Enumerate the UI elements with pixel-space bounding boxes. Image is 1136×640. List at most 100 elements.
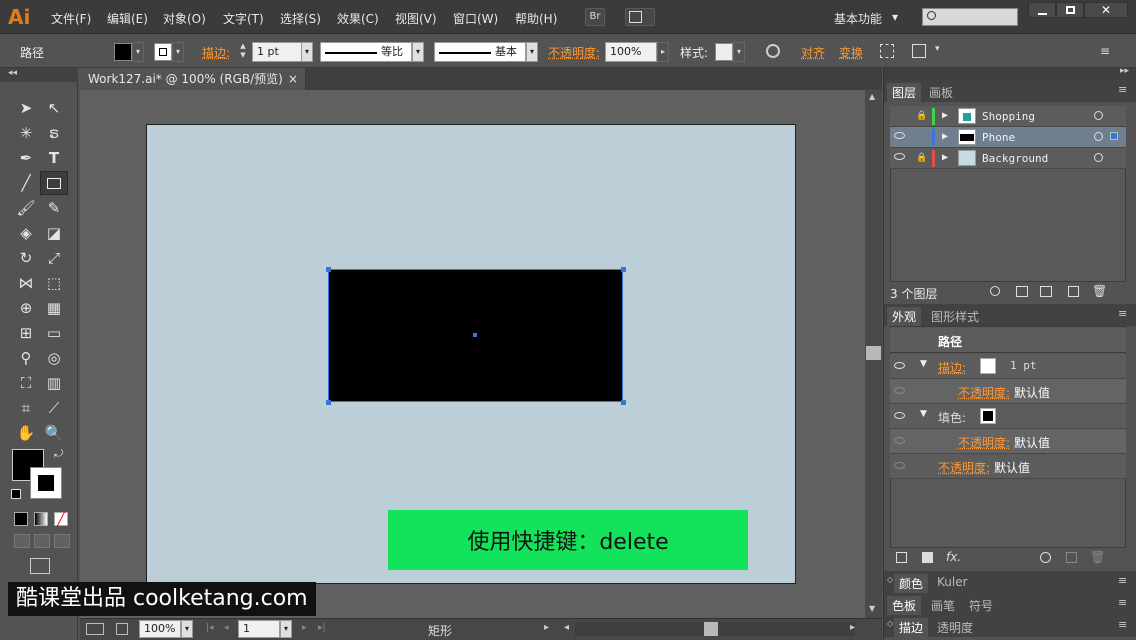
selection-handle[interactable] (326, 267, 331, 272)
target-circle-icon[interactable] (1094, 111, 1103, 120)
lock-icon[interactable]: 🔒 (916, 111, 927, 121)
magic-wand-tool-icon[interactable]: ✳ (12, 121, 40, 145)
share-icon[interactable] (116, 623, 128, 635)
transform-link[interactable]: 变换 (839, 44, 863, 61)
close-window-button[interactable]: ✕ (1084, 2, 1128, 18)
variable-width-profile[interactable]: 等比 (320, 42, 412, 62)
stroke-weight-value[interactable]: 1 pt (1010, 359, 1037, 372)
perspective-grid-tool-icon[interactable]: ▦ (40, 296, 68, 320)
center-point[interactable] (473, 333, 477, 337)
expand-arrows-icon[interactable]: ◇ (887, 575, 893, 584)
draw-inside-icon[interactable] (54, 534, 70, 548)
target-circle-icon[interactable] (1094, 132, 1103, 141)
slice-tool-icon[interactable]: ⟋ (40, 396, 68, 420)
minimize-button[interactable] (1028, 2, 1056, 18)
tab-kuler[interactable]: Kuler (932, 574, 973, 590)
artboard-nav-icon[interactable] (86, 623, 104, 635)
menu-select[interactable]: 选择(S) (280, 10, 321, 27)
pen-tool-icon[interactable]: ✒ (12, 146, 40, 170)
close-tab-icon[interactable]: × (288, 68, 298, 90)
collapse-triangle-icon[interactable]: ▼ (920, 409, 927, 419)
graphic-style-swatch[interactable] (715, 43, 733, 61)
panel-menu-icon[interactable]: ≡ (1118, 596, 1127, 609)
draw-normal-icon[interactable] (14, 534, 30, 548)
vertical-scrollbar[interactable]: ▲ ▼ (865, 90, 882, 618)
scroll-left-icon[interactable]: ◂ (564, 622, 569, 633)
arrange-icon[interactable] (912, 44, 926, 58)
stroke-dropdown[interactable]: ▾ (172, 42, 184, 62)
tab-swatches[interactable]: 色板 (887, 596, 922, 615)
chevron-down-icon[interactable]: ▾ (892, 10, 898, 24)
hand-tool-icon[interactable]: ✋ (12, 421, 40, 445)
expand-triangle-icon[interactable]: ▶ (942, 110, 948, 121)
tab-symbols[interactable]: 符号 (964, 596, 998, 615)
menu-view[interactable]: 视图(V) (395, 10, 437, 27)
panel-menu-icon[interactable]: ≡ (1118, 618, 1127, 631)
column-graph-tool-icon[interactable]: ▥ (40, 371, 68, 395)
expand-icon[interactable]: ▸▸ (1120, 66, 1129, 76)
blob-brush-tool-icon[interactable]: ◈ (12, 221, 40, 245)
opacity-label[interactable]: 不透明度: (548, 44, 600, 61)
selection-tool-icon[interactable]: ➤ (12, 96, 40, 120)
panel-menu-icon[interactable]: ≡ (1118, 83, 1127, 96)
zoom-tool-icon[interactable]: 🔍 (40, 421, 68, 445)
menu-file[interactable]: 文件(F) (51, 10, 91, 27)
scroll-right-icon[interactable]: ▸ (850, 622, 855, 633)
recolor-icon[interactable] (766, 44, 780, 58)
opacity-input[interactable]: 100% (605, 42, 657, 62)
eye-icon[interactable] (894, 412, 905, 419)
clear-appearance-icon[interactable] (1040, 552, 1051, 563)
fill-color-chip[interactable] (980, 408, 996, 424)
appearance-object-opacity-row[interactable]: 不透明度: 默认值 (890, 454, 1126, 479)
eye-icon[interactable] (894, 153, 905, 160)
scroll-thumb[interactable] (866, 346, 881, 360)
stroke-weight-stepper[interactable]: ▲ ▼ (236, 42, 250, 62)
tab-graphic-styles[interactable]: 图形样式 (926, 307, 984, 326)
tools-panel-header[interactable]: ◂◂ (0, 68, 78, 82)
tab-brushes[interactable]: 画笔 (926, 596, 960, 615)
rotate-tool-icon[interactable]: ↻ (12, 246, 40, 270)
gradient-tool-icon[interactable]: ▭ (40, 321, 68, 345)
screen-mode-icon[interactable] (30, 558, 50, 574)
none-mode-icon[interactable]: ╱ (54, 512, 68, 526)
duplicate-item-icon[interactable] (1066, 552, 1077, 563)
brush-definition[interactable]: 基本 (434, 42, 526, 62)
default-colors-icon[interactable] (11, 489, 21, 499)
line-tool-icon[interactable]: ╱ (12, 171, 40, 195)
stroke-swatch[interactable] (154, 43, 172, 61)
appearance-fill-row[interactable]: ▼ 填色: (890, 404, 1126, 429)
menu-edit[interactable]: 编辑(E) (107, 10, 148, 27)
collapse-triangle-icon[interactable]: ▼ (920, 359, 927, 369)
menu-type[interactable]: 文字(T) (223, 10, 264, 27)
panel-menu-icon[interactable]: ≡ (1118, 574, 1127, 587)
stroke-weight-dropdown[interactable]: ▾ (301, 42, 313, 62)
align-link[interactable]: 对齐 (801, 44, 825, 61)
gradient-mode-icon[interactable] (34, 512, 48, 526)
locate-object-icon[interactable] (990, 286, 1000, 296)
stroke-weight-input[interactable]: 1 pt (252, 42, 302, 62)
mesh-tool-icon[interactable]: ⊞ (12, 321, 40, 345)
style-dropdown[interactable]: ▾ (733, 42, 745, 62)
bridge-button[interactable]: Br (585, 8, 605, 26)
stroke-color-chip[interactable] (980, 358, 996, 374)
layer-name[interactable]: Background (982, 152, 1048, 165)
lasso-tool-icon[interactable]: ຣ (40, 121, 68, 145)
document-tab[interactable]: Work127.ai* @ 100% (RGB/预览) × (80, 68, 306, 90)
free-transform-tool-icon[interactable]: ⬚ (40, 271, 68, 295)
paintbrush-tool-icon[interactable]: 🖌 (12, 196, 40, 220)
pencil-tool-icon[interactable]: ✎ (40, 196, 68, 220)
scroll-up-icon[interactable]: ▲ (869, 92, 875, 101)
tab-appearance[interactable]: 外观 (887, 307, 922, 326)
eyedropper-tool-icon[interactable]: ⚲ (12, 346, 40, 370)
eye-icon[interactable] (894, 437, 905, 444)
layer-row-background[interactable]: 🔒 ▶ Background (890, 148, 1126, 169)
page-dropdown[interactable]: ▾ (280, 620, 292, 638)
color-mode-icon[interactable] (14, 512, 28, 526)
appearance-fill-opacity-row[interactable]: 不透明度: 默认值 (890, 429, 1126, 454)
layer-row-phone[interactable]: ▶ Phone (890, 127, 1126, 148)
page-input[interactable]: 1 (238, 620, 280, 638)
swap-colors-icon[interactable]: ⤾ (54, 447, 63, 461)
chevron-down-icon[interactable]: ▾ (935, 44, 940, 54)
tab-transparency[interactable]: 透明度 (932, 618, 978, 637)
eye-icon[interactable] (894, 387, 905, 394)
